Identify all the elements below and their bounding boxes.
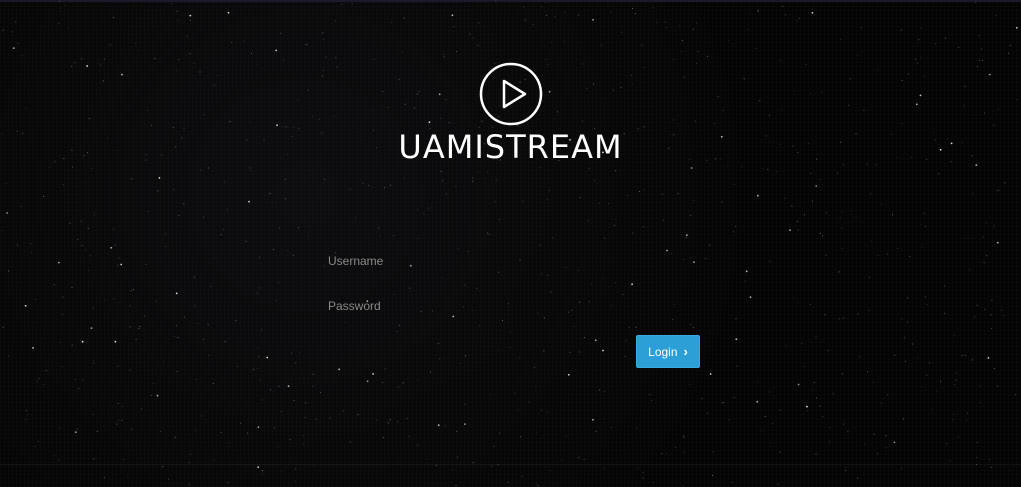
play-circle-icon xyxy=(479,62,543,126)
password-input[interactable] xyxy=(320,291,700,321)
chevron-right-icon: › xyxy=(683,344,688,359)
login-form xyxy=(320,246,700,336)
login-button-label: Login xyxy=(648,344,678,359)
brand-name: UAMISTREAM xyxy=(398,128,623,166)
username-input[interactable] xyxy=(320,246,700,276)
login-button[interactable]: Login › xyxy=(636,335,700,368)
